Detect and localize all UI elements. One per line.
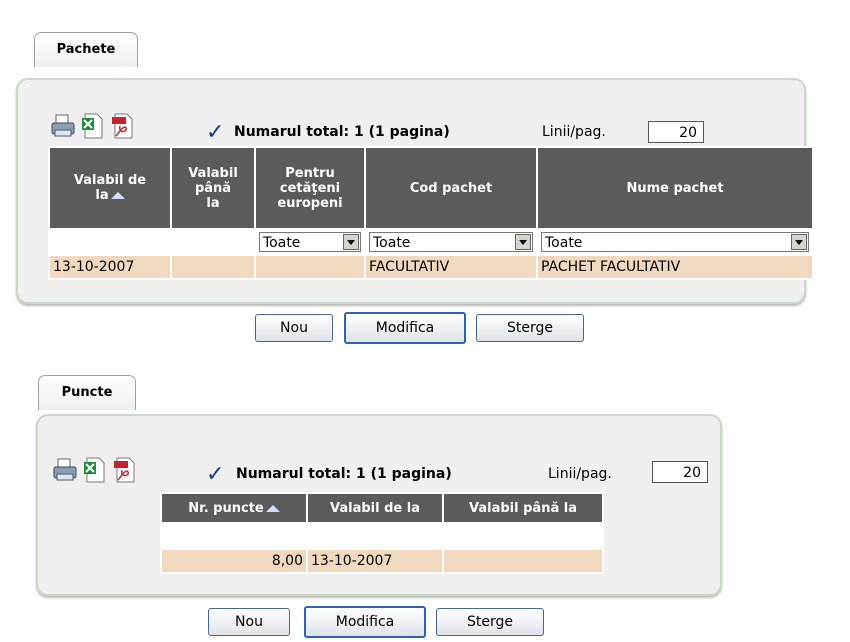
dropdown-arrow-icon[interactable] xyxy=(515,234,531,250)
cell-nume-pachet: PACHET FACULTATIV xyxy=(536,254,814,280)
pachete-sterge-button[interactable]: Sterge xyxy=(476,314,584,342)
sort-ascending-icon xyxy=(110,192,125,199)
checkmark-icon: ✓ xyxy=(206,462,225,487)
pachete-total-count: Numarul total: 1 (1 pagina) xyxy=(234,124,450,140)
cell-cod-pachet: FACULTATIV xyxy=(364,254,538,280)
excel-icon[interactable] xyxy=(80,112,106,140)
puncte-modifica-button[interactable]: Modifica xyxy=(304,606,426,638)
printer-icon[interactable] xyxy=(50,112,76,140)
sort-ascending-icon xyxy=(265,504,280,512)
filter-nume-select[interactable]: Toate xyxy=(541,232,809,252)
excel-icon[interactable] xyxy=(82,456,108,484)
cell-nr-puncte: 8,00 xyxy=(160,548,308,574)
filter-cod-select[interactable]: Toate xyxy=(369,232,533,252)
col-header-pentru-cetateni-europeni[interactable]: Pentru cetăţeni europeni xyxy=(254,146,366,230)
filter-pentru-select[interactable]: Toate xyxy=(259,232,361,252)
puncte-sterge-button[interactable]: Sterge xyxy=(436,608,544,636)
printer-icon[interactable] xyxy=(52,456,78,484)
tab-pachete[interactable]: Pachete xyxy=(34,32,138,67)
pachete-table: Valabil de la Valabil până la Pentru cet… xyxy=(48,146,814,280)
puncte-panel: ✓ Numarul total: 1 (1 pagina) Linii/pag.… xyxy=(36,414,722,596)
dropdown-arrow-icon[interactable] xyxy=(791,234,807,250)
dropdown-arrow-icon[interactable] xyxy=(343,234,359,250)
col-header-cod-pachet[interactable]: Cod pachet xyxy=(364,146,538,230)
tab-puncte-label: Puncte xyxy=(61,385,113,400)
cell-valabil-de-la: 13-10-2007 xyxy=(306,548,444,574)
filter-nr-puncte[interactable] xyxy=(160,522,308,550)
puncte-total-count: Numarul total: 1 (1 pagina) xyxy=(236,466,452,482)
pachete-lines-per-page-input[interactable]: 20 xyxy=(648,121,704,143)
pachete-filter-row: Toate Toate Toate xyxy=(48,228,814,256)
puncte-lines-per-page-input[interactable]: 20 xyxy=(652,461,708,483)
cell-pentru xyxy=(254,254,366,280)
tab-puncte[interactable]: Puncte xyxy=(38,375,136,410)
cell-valabil-de-la: 13-10-2007 xyxy=(48,254,172,280)
filter-valabil-de-la[interactable] xyxy=(306,522,444,550)
pachete-nou-button[interactable]: Nou xyxy=(255,314,333,342)
checkmark-icon: ✓ xyxy=(206,120,225,145)
pachete-modifica-button[interactable]: Modifica xyxy=(344,312,466,344)
cell-valabil-pana-la xyxy=(442,548,604,574)
pachete-lines-per-page-label: Linii/pag. xyxy=(542,124,606,140)
puncte-filter-row xyxy=(160,522,604,550)
table-row[interactable]: 8,00 13-10-2007 xyxy=(160,548,604,574)
cell-valabil-pana-la xyxy=(170,254,256,280)
col-header-nr-puncte[interactable]: Nr. puncte xyxy=(160,492,308,524)
pdf-icon[interactable] xyxy=(110,112,136,140)
pdf-icon[interactable] xyxy=(112,456,138,484)
col-header-valabil-pana-la[interactable]: Valabil până la xyxy=(442,492,604,524)
col-header-valabil-de-la[interactable]: Valabil de la xyxy=(306,492,444,524)
puncte-lines-per-page-label: Linii/pag. xyxy=(548,466,612,482)
table-row[interactable]: 13-10-2007 FACULTATIV PACHET FACULTATIV xyxy=(48,254,814,280)
filter-valabil-pana-la[interactable] xyxy=(170,228,256,256)
col-header-valabil-pana-la[interactable]: Valabil până la xyxy=(170,146,256,230)
pachete-panel: ✓ Numarul total: 1 (1 pagina) Linii/pag.… xyxy=(16,78,814,304)
col-header-nume-pachet[interactable]: Nume pachet xyxy=(536,146,814,230)
filter-valabil-de-la[interactable] xyxy=(48,228,172,256)
tab-pachete-label: Pachete xyxy=(56,42,116,57)
col-header-valabil-de-la[interactable]: Valabil de la xyxy=(48,146,172,230)
puncte-nou-button[interactable]: Nou xyxy=(208,608,290,636)
puncte-table: Nr. puncte Valabil de la Valabil până la… xyxy=(160,492,604,574)
filter-valabil-pana-la[interactable] xyxy=(442,522,604,550)
